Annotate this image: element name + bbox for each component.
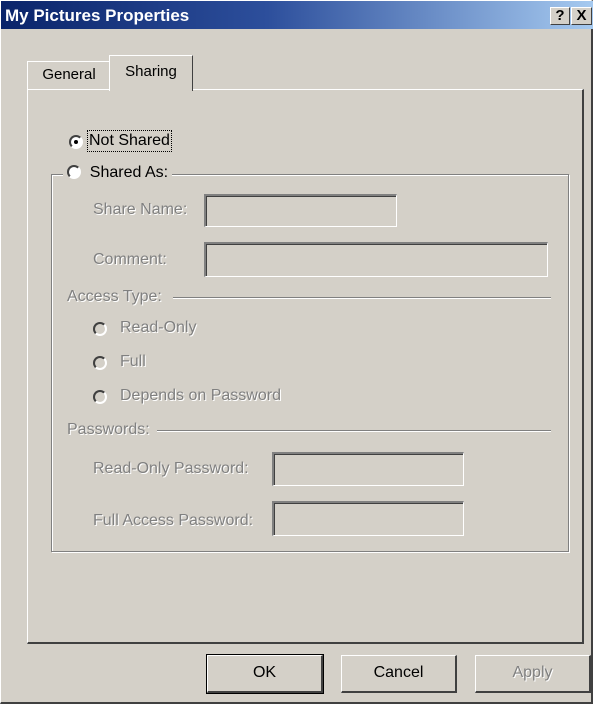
tab-sharing[interactable]: Sharing (109, 55, 193, 91)
title-bar[interactable]: My Pictures Properties ? X (1, 1, 593, 29)
tab-sharing-label: Sharing (125, 63, 177, 80)
help-button[interactable]: ? (550, 7, 570, 25)
window-title: My Pictures Properties (5, 6, 190, 25)
tab-general[interactable]: General (27, 61, 111, 89)
ok-button[interactable]: OK (206, 654, 324, 694)
tab-general-label: General (42, 66, 96, 83)
close-button[interactable]: X (571, 7, 592, 25)
apply-button[interactable]: Apply (475, 655, 591, 693)
properties-dialog: My Pictures Properties ? X General Shari… (0, 0, 593, 704)
cancel-button[interactable]: Cancel (341, 655, 457, 693)
sharing-tab-panel (27, 89, 584, 644)
